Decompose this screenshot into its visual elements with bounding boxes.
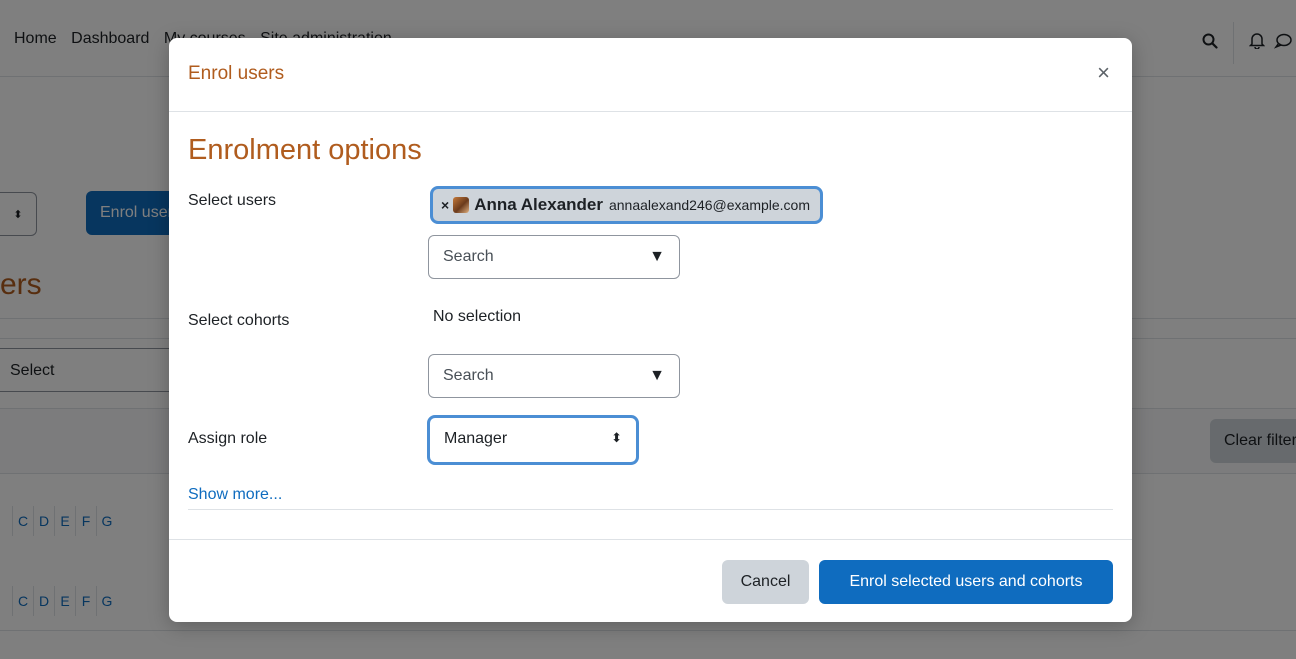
remove-icon[interactable]: × [441,197,449,213]
cancel-button[interactable]: Cancel [722,560,809,604]
select-cohorts-label: Select cohorts [188,312,290,329]
section-title: Enrolment options [188,134,422,166]
assign-role-value: Manager [444,430,508,447]
cohorts-selection-text: No selection [433,308,522,325]
modal-header: Enrol users × [169,38,1132,112]
dropdown-arrow-icon[interactable]: ▼ [649,248,665,266]
assign-role-label: Assign role [188,430,268,447]
selected-user-email: annaalexand246@example.com [608,197,810,213]
select-caret-icon: ⬍ [611,430,622,445]
cohorts-search-input[interactable] [443,365,633,387]
selected-user-name: Anna Alexander [474,195,603,214]
assign-role-select[interactable]: Manager ⬍ [427,415,639,465]
dropdown-arrow-icon[interactable]: ▼ [649,367,665,385]
show-more-link[interactable]: Show more... [188,486,282,504]
form-divider [188,509,1113,510]
close-icon[interactable]: × [1097,62,1110,84]
users-search-input[interactable] [443,246,633,268]
select-users-label: Select users [188,192,277,209]
enrol-selected-button[interactable]: Enrol selected users and cohorts [819,560,1113,604]
select-cohorts-search[interactable]: ▼ [428,354,680,398]
modal-footer: Cancel Enrol selected users and cohorts [169,539,1132,623]
select-users-search[interactable]: ▼ [428,235,680,279]
enrol-users-dialog: Enrol users × Enrolment options Select u… [169,38,1132,622]
selected-user-chip[interactable]: × Anna Alexander annaalexand246@example.… [430,186,823,224]
user-avatar [453,197,470,213]
modal-title: Enrol users [188,63,285,84]
